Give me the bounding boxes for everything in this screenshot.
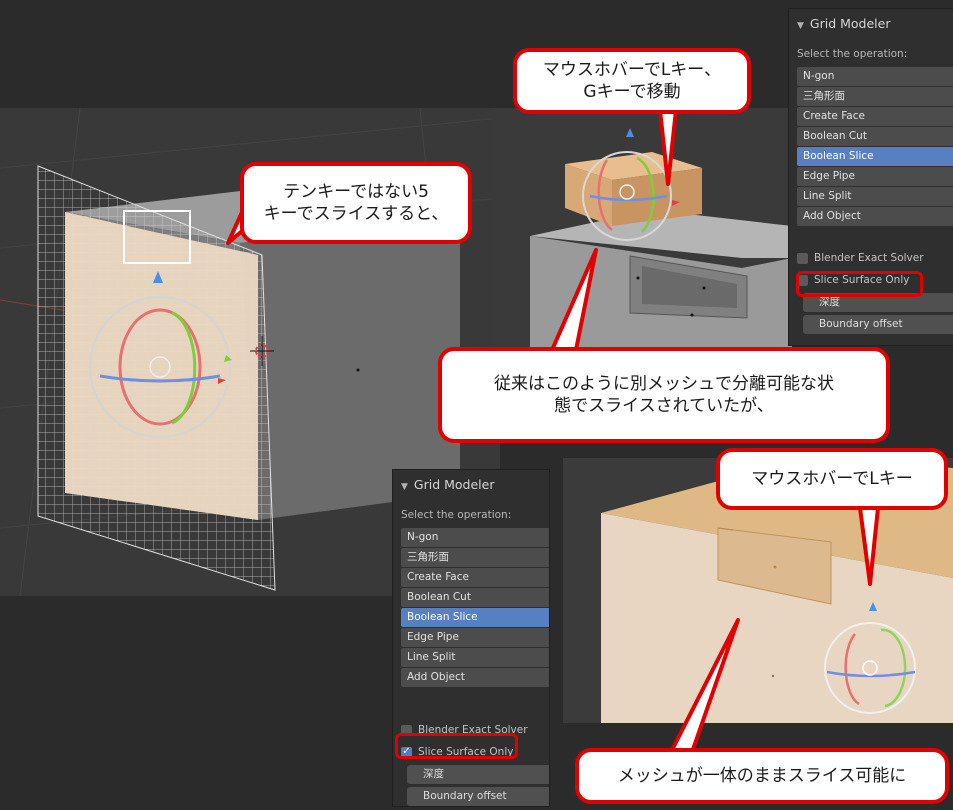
callout-text: テンキーではない5 キーでスライスすると、: [244, 166, 468, 240]
callout-text: メッシュが一体のままスライス可能に: [579, 752, 945, 800]
callout-line: 従来はこのように別メッシュで分離可能な状: [494, 374, 834, 394]
callout-text: マウスホバーでLキー: [720, 452, 944, 506]
callout-tenkey: テンキーではない5 キーでスライスすると、: [240, 162, 472, 244]
callout-hover-l: マウスホバーでLキー: [716, 448, 948, 510]
callout-hover-l-g: マウスホバーでLキー、 Gキーで移動: [513, 48, 751, 114]
callout-text: 従来はこのように別メッシュで分離可能な状 態でスライスされていたが、: [442, 351, 886, 439]
callout-line: Gキーで移動: [583, 82, 681, 102]
callout-before: 従来はこのように別メッシュで分離可能な状 態でスライスされていたが、: [438, 347, 890, 443]
callout-line: キーでスライスすると、: [263, 204, 449, 224]
callout-text: マウスホバーでLキー、 Gキーで移動: [517, 52, 747, 110]
callout-line: テンキーではない5: [283, 182, 429, 202]
callout-line: 態でスライスされていたが、: [554, 396, 774, 416]
callout-line: メッシュが一体のままスライス可能に: [617, 766, 907, 786]
callout-after: メッシュが一体のままスライス可能に: [575, 748, 949, 804]
callout-line: マウスホバーでLキー: [751, 469, 913, 489]
callout-line: マウスホバーでLキー、: [542, 60, 722, 80]
